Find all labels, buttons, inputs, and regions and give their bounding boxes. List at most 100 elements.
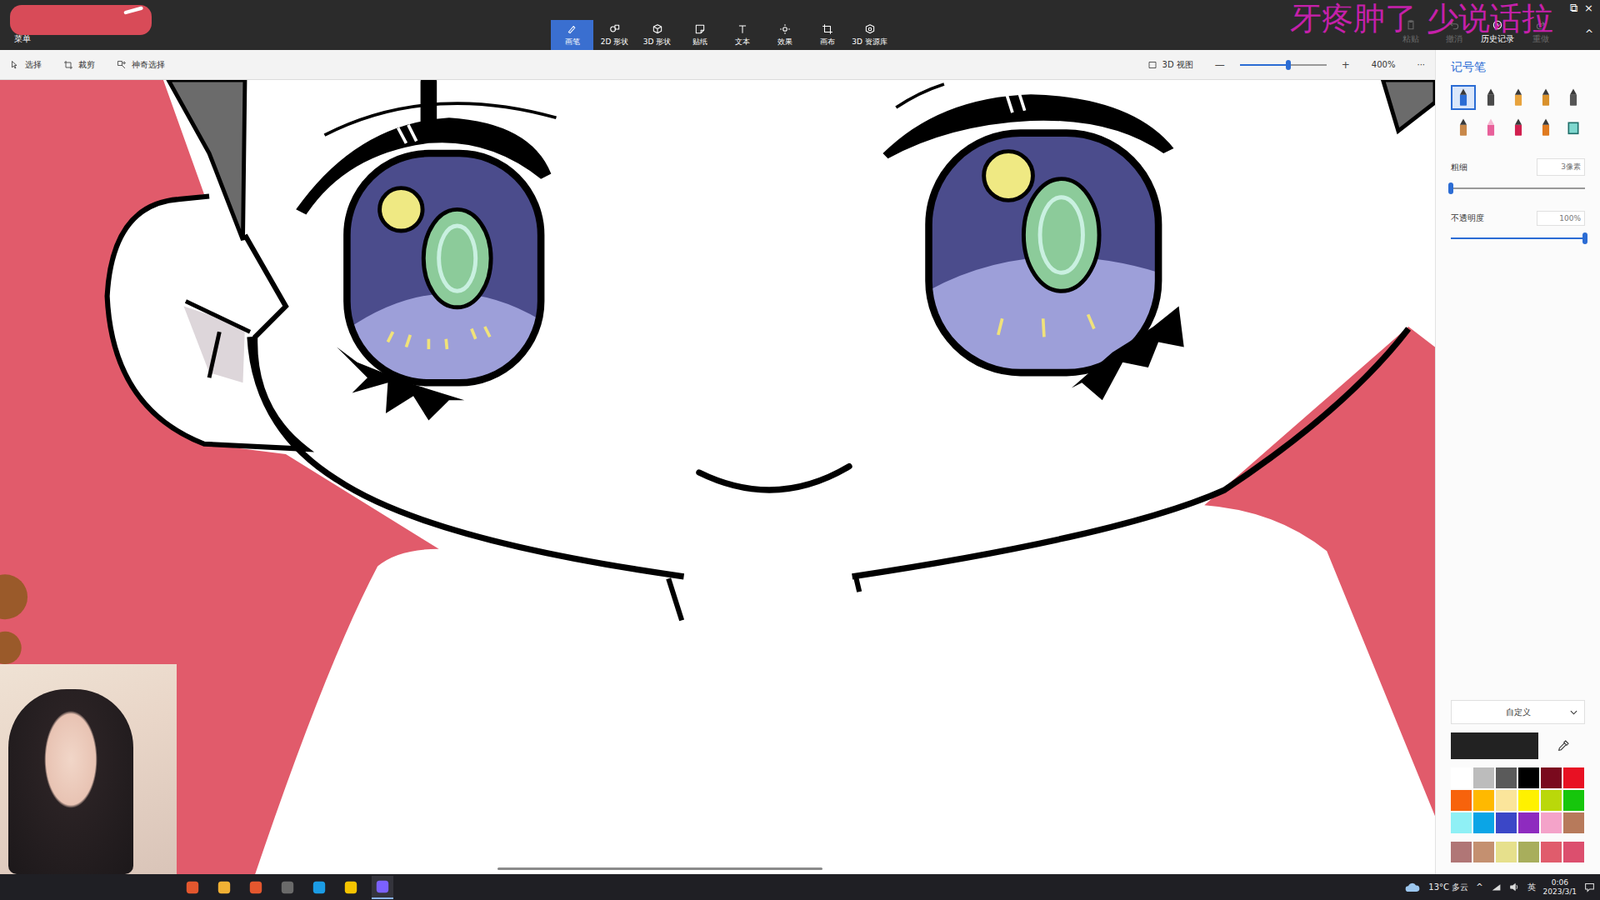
brush-option[interactable] [1450,85,1476,110]
color-mode-dropdown[interactable]: 自定义 [1450,700,1585,725]
palette-swatch[interactable] [1563,812,1585,834]
palette-swatch[interactable] [1473,790,1495,811]
app-icon [311,880,327,895]
palette-swatch[interactable] [1518,841,1540,863]
zoom-slider[interactable] [1240,58,1327,72]
taskbar-app[interactable] [213,875,235,900]
canvas[interactable] [0,80,1435,875]
tool-tab[interactable]: 3D 资源库 [848,20,891,50]
palette-swatch[interactable] [1450,767,1472,789]
window-controls: ⧉ × ^ [1560,0,1600,50]
brush-option[interactable] [1450,115,1476,140]
paint3d-screen: 菜单画笔2D 形状3D 形状贴纸文本效果画布3D 资源库粘贴撤消历史记录重做⧉×… [0,0,1600,900]
taskbar-app[interactable] [340,875,362,900]
taskbar-app[interactable] [371,875,394,900]
opacity-field[interactable]: 100% [1536,210,1585,226]
app-icon [280,880,295,895]
menu-button[interactable]: 菜单 [14,33,31,45]
more-button[interactable]: ··· [1416,60,1425,70]
taskbar-app[interactable] [276,875,299,900]
tray-chevron[interactable]: ^ [1475,882,1483,892]
palette-swatch[interactable] [1495,812,1517,834]
panel-title: 记号笔 [1450,60,1585,75]
zoom-out-button[interactable]: — [1215,59,1225,71]
palette-swatch[interactable] [1495,767,1517,789]
palette-swatch[interactable] [1540,812,1562,834]
eyedropper-icon[interactable] [1556,739,1570,753]
window-button[interactable]: ⧉ [1570,1,1578,15]
tab-icon [651,23,664,35]
system-tray: 13°C 多云 ^ 英 0:062023/3/1 [1404,878,1595,896]
sub-tool[interactable]: 选择 [10,59,42,71]
sub-tool-icon [116,60,127,70]
palette-swatch[interactable] [1495,790,1517,811]
brush-option[interactable] [1505,85,1531,110]
brush-option[interactable] [1560,115,1586,140]
brush-icon [1562,86,1585,109]
palette-swatch[interactable] [1540,790,1562,811]
notification-icon[interactable] [1584,881,1595,893]
palette-swatch[interactable] [1540,767,1562,789]
brush-option[interactable] [1478,85,1504,110]
brush-option[interactable] [1478,115,1504,140]
horizontal-scrollbar[interactable] [497,867,823,870]
palette-swatch[interactable] [1473,767,1495,789]
zoom-in-button[interactable]: + [1341,59,1350,71]
app-icon [343,880,359,895]
opacity-slider[interactable] [1450,230,1585,246]
zoom-thumb[interactable] [1285,60,1291,70]
brush-option[interactable] [1505,115,1531,140]
palette-swatch[interactable] [1563,790,1585,811]
palette-swatch[interactable] [1518,767,1540,789]
palette-swatch[interactable] [1518,790,1540,811]
brush-grid [1450,85,1585,140]
sub-tool[interactable]: 裁剪 [63,59,95,71]
palette-swatch[interactable] [1450,841,1472,863]
taskbar-app[interactable] [308,875,330,900]
thickness-thumb[interactable] [1448,182,1454,195]
brush-panel: 记号笔粗细3像素不透明度100%自定义 [1435,50,1600,875]
sub-tool[interactable]: 神奇选择 [116,59,165,71]
tool-tab[interactable]: 画笔 [550,20,594,50]
ime-indicator[interactable]: 英 [1527,881,1536,894]
palette-swatch[interactable] [1495,841,1517,863]
brush-icon [1507,86,1530,109]
drawing [0,80,1435,875]
brush-option[interactable] [1533,85,1559,110]
thickness-slider[interactable] [1450,180,1585,196]
view-3d-button[interactable]: 3D 视图 [1147,59,1194,71]
palette-swatch[interactable] [1563,841,1585,863]
volume-icon[interactable] [1509,881,1520,893]
palette-swatch[interactable] [1518,812,1540,834]
taskbar-app[interactable] [181,875,204,900]
tool-tab[interactable]: 2D 形状 [593,20,636,50]
view-3d-icon [1147,60,1158,70]
main-area: 选择裁剪神奇选择3D 视图—+400%···记号笔粗细3像素不透明度100%自定… [0,50,1600,875]
app-icon [185,880,200,895]
window-button[interactable]: × [1584,1,1594,15]
tool-tab[interactable]: 3D 形状 [635,20,679,50]
current-color[interactable] [1450,732,1539,760]
tool-tab[interactable]: 文本 [720,20,764,50]
app-icon [375,879,390,895]
opacity-thumb[interactable] [1582,232,1588,245]
taskbar-app[interactable] [245,875,267,900]
palette-swatch[interactable] [1563,767,1585,789]
palette-swatch[interactable] [1450,790,1472,811]
workspace: 选择裁剪神奇选择3D 视图—+400%··· [0,50,1435,875]
tool-tab[interactable]: 画布 [805,20,849,50]
weather-text[interactable]: 13°C 多云 [1428,881,1469,894]
thickness-field[interactable]: 3像素 [1536,158,1585,176]
collapse-button[interactable]: ^ [1585,28,1594,40]
tool-tab[interactable]: 贴纸 [678,20,721,50]
palette-swatch[interactable] [1473,812,1495,834]
brush-option[interactable] [1533,115,1559,140]
tool-tab[interactable]: 效果 [763,20,806,50]
palette-swatch[interactable] [1540,841,1562,863]
clock[interactable]: 0:062023/3/1 [1543,878,1577,896]
palette-swatch[interactable] [1450,812,1472,834]
brush-option[interactable] [1560,85,1586,110]
palette-swatch[interactable] [1473,841,1495,863]
brush-icon [1535,116,1557,139]
network-icon[interactable] [1490,881,1502,893]
